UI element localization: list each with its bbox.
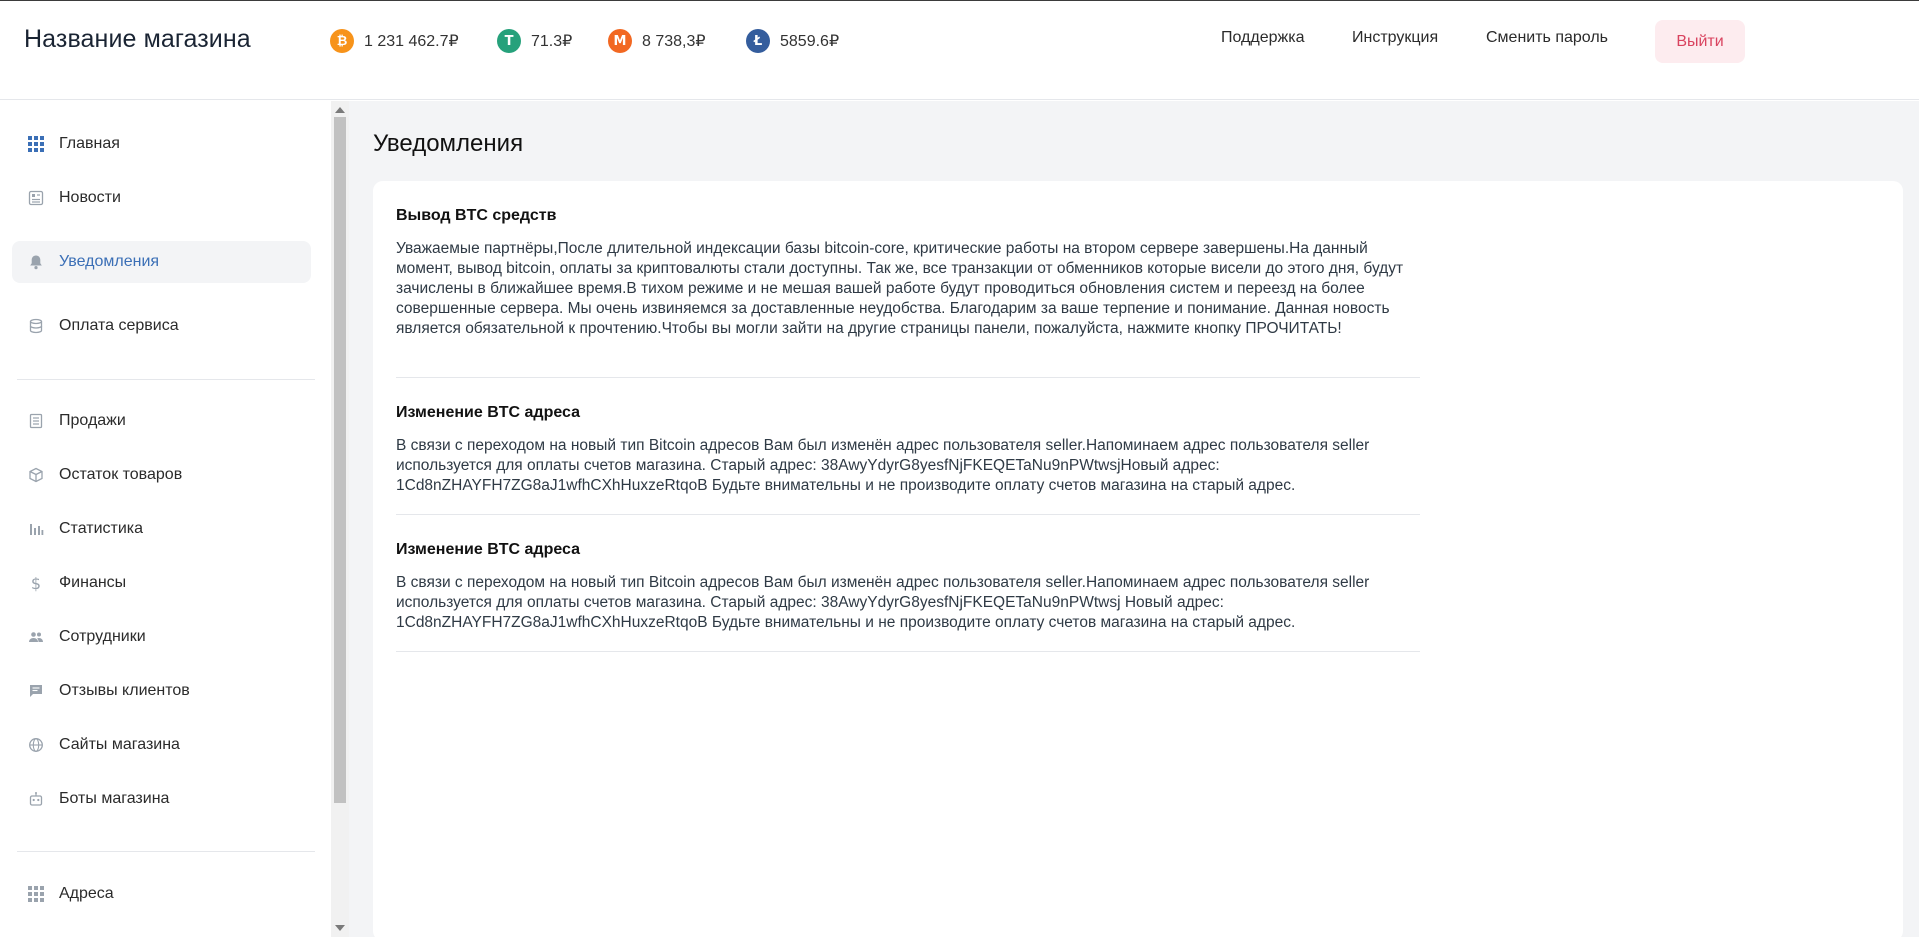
sidebar-item-label: Сайты магазина <box>59 736 180 753</box>
sidebar-item-label: Боты магазина <box>59 790 170 807</box>
globe-icon <box>27 736 45 754</box>
sidebar-item-label: Финансы <box>59 574 127 591</box>
main-content: Уведомления Вывод BTC средств Уважаемые … <box>349 101 1919 941</box>
bar-chart-icon <box>27 520 45 538</box>
sidebar-item-employees[interactable]: Сотрудники <box>12 616 311 658</box>
users-icon <box>27 628 45 646</box>
sidebar-item-notifications[interactable]: Уведомления <box>12 241 311 283</box>
sidebar-scrollbar[interactable] <box>331 101 349 937</box>
sidebar-item-label: Статистика <box>59 520 144 537</box>
sidebar-item-label: Продажи <box>59 412 126 429</box>
notification-item: Изменение BTC адреса В связи с переходом… <box>396 404 1420 496</box>
scroll-up-arrow-icon[interactable] <box>335 107 345 113</box>
monero-icon: M <box>608 29 632 53</box>
dollar-icon: $ <box>30 573 42 593</box>
scrollbar-thumb[interactable] <box>334 117 346 803</box>
notification-item: Изменение BTC адреса В связи с переходом… <box>396 541 1420 633</box>
news-icon <box>27 189 45 207</box>
notification-text: В связи с переходом на новый тип Bitcoin… <box>396 574 1370 631</box>
balance-value: 1 231 462.7₽ <box>364 33 459 50</box>
bell-icon <box>27 253 45 271</box>
sidebar-item-label: Сотрудники <box>59 628 146 645</box>
sidebar: Главная Новости Уведомления Оплата серви… <box>0 101 331 937</box>
notification-text: Уважаемые партнёры,После длительной инде… <box>396 240 1404 337</box>
notification-item: Вывод BTC средств Уважаемые партнёры,Пос… <box>396 207 1420 339</box>
notification-title: Вывод BTC средств <box>396 207 557 224</box>
notification-title: Изменение BTC адреса <box>396 404 581 421</box>
balance-value: 71.3₽ <box>531 33 573 50</box>
chat-icon <box>27 682 45 700</box>
sidebar-item-label: Отзывы клиентов <box>59 682 190 699</box>
notifications-card: Вывод BTC средств Уважаемые партнёры,Пос… <box>373 181 1903 941</box>
grid-icon <box>27 885 45 903</box>
change-password-link[interactable]: Сменить пароль <box>1486 29 1608 47</box>
litecoin-icon: Ł <box>746 29 770 53</box>
top-header: Название магазина ₿ 1 231 462.7₽ T 71.3₽… <box>0 1 1919 100</box>
balance-bitcoin: ₿ 1 231 462.7₽ <box>330 29 459 53</box>
balance-value: 5859.6₽ <box>780 33 840 50</box>
sidebar-item-addresses[interactable]: Адреса <box>12 873 311 915</box>
sidebar-item-label: Остаток товаров <box>59 466 183 483</box>
sidebar-item-store-bots[interactable]: Боты магазина <box>12 778 311 820</box>
store-name: Название магазина <box>24 25 251 53</box>
page-title: Уведомления <box>373 130 524 157</box>
logout-button[interactable]: Выйти <box>1655 20 1745 63</box>
sidebar-item-label: Оплата сервиса <box>59 317 179 334</box>
list-icon <box>27 412 45 430</box>
sidebar-item-label: Уведомления <box>59 253 160 270</box>
sidebar-item-label: Новости <box>59 189 121 206</box>
notification-divider <box>396 651 1420 652</box>
sidebar-item-reviews[interactable]: Отзывы клиентов <box>12 670 311 712</box>
balance-litecoin: Ł 5859.6₽ <box>746 29 839 53</box>
bitcoin-icon: ₿ <box>330 29 354 53</box>
notification-divider <box>396 514 1420 515</box>
sidebar-item-statistics[interactable]: Статистика <box>12 508 311 550</box>
support-link[interactable]: Поддержка <box>1221 29 1304 47</box>
sidebar-item-news[interactable]: Новости <box>12 177 311 219</box>
box-icon <box>27 466 45 484</box>
sidebar-divider <box>17 379 315 380</box>
notification-text: В связи с переходом на новый тип Bitcoin… <box>396 437 1370 494</box>
grid-icon <box>27 135 45 153</box>
bot-icon <box>27 790 45 808</box>
instructions-link[interactable]: Инструкция <box>1352 29 1438 47</box>
sidebar-item-store-sites[interactable]: Сайты магазина <box>12 724 311 766</box>
sidebar-item-label: Главная <box>59 135 120 152</box>
sidebar-divider <box>17 851 315 852</box>
notification-title: Изменение BTC адреса <box>396 541 581 558</box>
sidebar-item-home[interactable]: Главная <box>12 123 311 165</box>
sidebar-item-finance[interactable]: $ Финансы <box>12 562 311 604</box>
sidebar-item-sales[interactable]: Продажи <box>12 400 311 442</box>
database-icon <box>27 317 45 335</box>
notification-divider <box>396 377 1420 378</box>
sidebar-item-label: Адреса <box>59 885 114 902</box>
balance-value: 8 738,3₽ <box>642 33 706 50</box>
balance-tether: T 71.3₽ <box>497 29 572 53</box>
sidebar-item-stock[interactable]: Остаток товаров <box>12 454 311 496</box>
tether-icon: T <box>497 29 521 53</box>
balance-monero: M 8 738,3₽ <box>608 29 706 53</box>
sidebar-item-service-payment[interactable]: Оплата сервиса <box>12 305 311 347</box>
scroll-down-arrow-icon[interactable] <box>335 925 345 931</box>
